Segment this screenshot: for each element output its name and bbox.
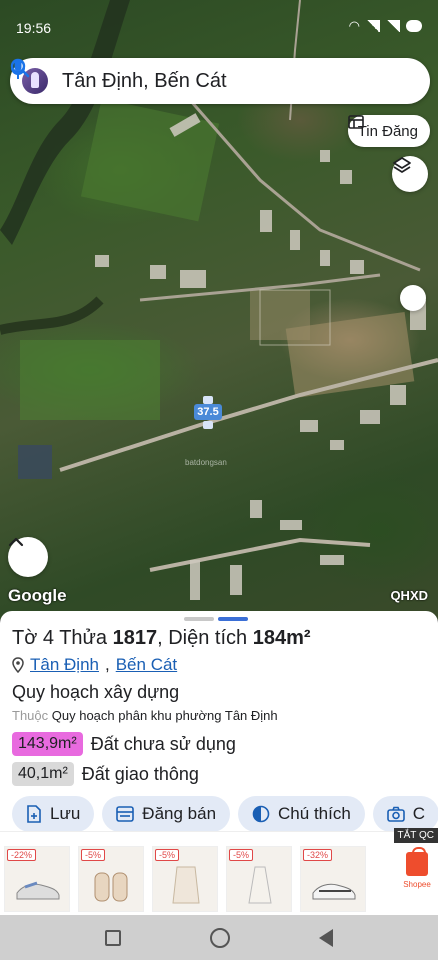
ad-product[interactable]: -22% bbox=[4, 846, 70, 912]
parcel-area-text: , Diện tích bbox=[157, 627, 253, 649]
camera-button[interactable]: C bbox=[372, 796, 438, 832]
ad-close-button[interactable]: TẮT QC bbox=[393, 828, 438, 843]
map-pin-icon bbox=[203, 396, 213, 404]
area-row-unused: 143,9m² Đất chưa sử dụng bbox=[12, 732, 236, 756]
parcel-title-prefix: Tờ 4 Thửa bbox=[12, 627, 113, 649]
location-row: Tân Định, Bến Cát bbox=[12, 655, 177, 675]
signal-icon-2 bbox=[386, 20, 400, 32]
save-icon bbox=[27, 805, 41, 823]
plan-name: Quy hoạch phân khu phường Tân Định bbox=[51, 708, 278, 723]
location-separator: , bbox=[104, 655, 110, 674]
post-sale-button[interactable]: Đăng bán bbox=[102, 796, 231, 832]
area-label-traffic: Đất giao thông bbox=[81, 763, 199, 784]
status-bar: 19:56 ◠ bbox=[0, 14, 438, 42]
home-icon[interactable] bbox=[209, 927, 230, 948]
map-pin-icon-bottom bbox=[203, 421, 213, 429]
battery-icon bbox=[406, 20, 422, 32]
layers-icon bbox=[393, 157, 411, 173]
ad-banner[interactable]: TẮT QC -22% -5% -5% -5% -32% Shopee bbox=[0, 828, 438, 915]
status-time: 19:56 bbox=[16, 20, 52, 36]
area-row-traffic: 40,1m² Đất giao thông bbox=[12, 762, 199, 786]
ad-product[interactable]: -5% bbox=[78, 846, 144, 912]
signal-icon bbox=[366, 20, 380, 32]
discount-badge: -22% bbox=[7, 849, 37, 861]
dress-image bbox=[248, 866, 272, 904]
road-width-label: 37.5 bbox=[194, 404, 222, 420]
satellite-map[interactable]: 19:56 ◠ Tân Định, Bến Cát Tin Đăng 37.5 … bbox=[0, 0, 438, 620]
chevron-up-icon bbox=[8, 537, 24, 547]
search-bar[interactable]: Tân Định, Bến Cát bbox=[10, 58, 430, 104]
search-input[interactable]: Tân Định, Bến Cát bbox=[62, 70, 360, 93]
sneaker-image-2 bbox=[312, 883, 356, 900]
sneaker-image bbox=[16, 881, 60, 900]
sandal-image bbox=[94, 872, 128, 902]
save-label: Lưu bbox=[50, 804, 81, 823]
legend-icon bbox=[252, 805, 270, 823]
search-icon[interactable] bbox=[10, 58, 390, 96]
discount-badge: -5% bbox=[229, 849, 254, 861]
back-icon[interactable] bbox=[319, 928, 334, 947]
ad-product[interactable]: -5% bbox=[152, 846, 218, 912]
google-logo: Google bbox=[8, 586, 67, 605]
ward-link[interactable]: Tân Định bbox=[30, 655, 99, 675]
listing-icon bbox=[347, 115, 364, 129]
shopee-logo[interactable]: Shopee bbox=[402, 846, 432, 912]
mic-icon[interactable] bbox=[11, 59, 420, 96]
layer-code-label: QHXD bbox=[390, 588, 428, 603]
plan-subtitle: Thuộc Quy hoạch phân khu phường Tân Định bbox=[12, 708, 278, 723]
status-icons: ◠ bbox=[349, 18, 422, 34]
save-button[interactable]: Lưu bbox=[12, 796, 95, 832]
camera-label: C bbox=[412, 804, 426, 823]
map-scroll-handle[interactable] bbox=[400, 285, 426, 311]
discount-badge: -5% bbox=[81, 849, 106, 861]
layers-button[interactable] bbox=[392, 156, 428, 192]
parcel-area-value: 184m² bbox=[252, 627, 311, 649]
expand-up-button[interactable] bbox=[8, 537, 48, 577]
plot-number: 1817 bbox=[112, 627, 158, 649]
discount-badge: -32% bbox=[303, 849, 333, 861]
camera-icon bbox=[386, 806, 405, 822]
post-icon bbox=[116, 806, 135, 822]
legend-label: Chú thích bbox=[278, 804, 351, 823]
legend-button[interactable]: Chú thích bbox=[238, 796, 365, 832]
ad-product[interactable]: -32% bbox=[300, 846, 366, 912]
clothing-image bbox=[172, 866, 200, 904]
area-chip-unused: 143,9m² bbox=[12, 732, 83, 756]
plan-belongs-label: Thuộc bbox=[12, 708, 49, 723]
action-buttons: Lưu Đăng bán Chú thích C bbox=[12, 796, 438, 832]
ad-product[interactable]: -5% bbox=[226, 846, 292, 912]
plan-title: Quy hoạch xây dựng bbox=[12, 682, 180, 702]
shopee-bag-icon bbox=[406, 847, 428, 876]
parcel-info-sheet: Tờ 4 Thửa 1817, Diện tích 184m² Tân Định… bbox=[0, 611, 438, 832]
handle-segment bbox=[184, 617, 214, 621]
recent-apps-icon[interactable] bbox=[104, 929, 121, 946]
map-watermark: batdongsan bbox=[185, 458, 227, 467]
shopee-label: Shopee bbox=[403, 880, 431, 889]
handle-segment-active bbox=[218, 617, 248, 621]
area-label-unused: Đất chưa sử dụng bbox=[90, 733, 236, 754]
district-link[interactable]: Bến Cát bbox=[116, 655, 177, 675]
system-nav-bar bbox=[0, 915, 438, 960]
sheet-handle[interactable] bbox=[184, 617, 248, 621]
area-chip-traffic: 40,1m² bbox=[12, 762, 74, 786]
tin-dang-label: Tin Đăng bbox=[357, 122, 418, 140]
wifi-icon: ◠ bbox=[348, 18, 360, 33]
discount-badge: -5% bbox=[155, 849, 180, 861]
post-sale-label: Đăng bán bbox=[142, 804, 217, 823]
tin-dang-button[interactable]: Tin Đăng bbox=[347, 115, 430, 147]
parcel-title: Tờ 4 Thửa 1817, Diện tích 184m² bbox=[12, 627, 311, 650]
location-pin-icon bbox=[12, 657, 24, 673]
